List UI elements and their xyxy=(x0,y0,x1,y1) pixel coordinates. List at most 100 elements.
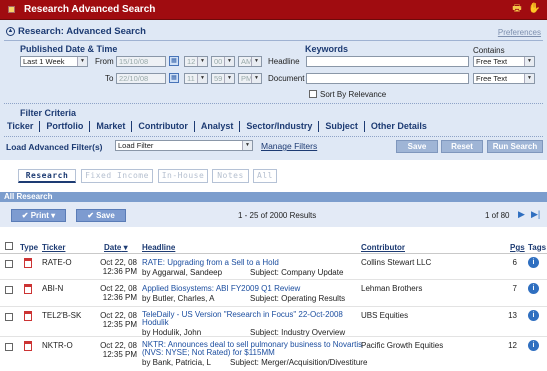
criteria-tab-contributor[interactable]: Contributor xyxy=(131,121,194,132)
page-count: 12 xyxy=(508,341,517,350)
divider xyxy=(4,40,543,41)
headline-label: Headline xyxy=(268,57,300,66)
headline-link[interactable]: TeleDaily - US Version "Research in Focu… xyxy=(142,310,343,319)
col-date[interactable]: Date ▾ xyxy=(104,243,128,252)
tab-in-house[interactable]: In-House xyxy=(158,169,208,183)
window-titlebar: Research Advanced Search 🖶 ✋ xyxy=(0,0,547,20)
load-filter-select[interactable]: Load Filter ▼ xyxy=(115,140,253,151)
calendar-icon[interactable]: ▦ xyxy=(169,56,179,66)
document-input[interactable] xyxy=(306,73,469,84)
sort-relevance-label: Sort By Relevance xyxy=(320,90,387,99)
chevron-down-icon: ▼ xyxy=(524,57,534,66)
author: by Hodulik, John xyxy=(142,328,202,337)
criteria-tab-analyst[interactable]: Analyst xyxy=(193,121,240,132)
ticker: TEL2'B-SK xyxy=(42,311,82,320)
save-results-button[interactable]: ✔ Save xyxy=(76,209,126,222)
tab-research[interactable]: Research xyxy=(18,169,76,183)
info-icon[interactable]: i xyxy=(528,257,539,268)
search-panel: ▲ Research: Advanced Search Preferences P… xyxy=(0,20,547,160)
info-icon[interactable]: i xyxy=(528,340,539,351)
next-page-icon[interactable]: ▶ xyxy=(518,209,525,220)
headline-link[interactable]: RATE: Upgrading from a Sell to a Hold xyxy=(142,258,279,267)
to-label: To xyxy=(105,74,114,83)
info-icon[interactable]: i xyxy=(528,310,539,321)
author: by Butler, Charles, A xyxy=(142,294,215,303)
help-icon[interactable]: ✋ xyxy=(528,3,540,15)
table-row[interactable]: NKTR-O Oct 22, 08 12:35 PM NKTR: Announc… xyxy=(0,337,547,371)
date-section-title: Published Date & Time xyxy=(20,44,118,54)
col-type: Type xyxy=(20,243,39,252)
page-title: ▲ Research: Advanced Search xyxy=(6,26,146,37)
criteria-tab-sector[interactable]: Sector/Industry xyxy=(239,121,318,132)
subject: Subject: Operating Results xyxy=(250,294,346,303)
chevron-down-icon: ▼ xyxy=(77,57,87,66)
print-button[interactable]: ✔ Print ▾ xyxy=(11,209,66,222)
page-count: 13 xyxy=(508,311,517,320)
col-ticker[interactable]: Ticker xyxy=(42,243,65,252)
author: by Bank, Patricia, L xyxy=(142,358,211,367)
pdf-icon[interactable] xyxy=(24,284,32,294)
from-hour-select[interactable]: 12 ▼ xyxy=(184,56,208,67)
to-minute-select[interactable]: 59 ▼ xyxy=(211,73,235,84)
contributor: Pacific Growth Equities xyxy=(361,341,444,350)
keywords-title: Keywords xyxy=(305,44,349,54)
collapse-icon[interactable]: ▲ xyxy=(6,26,15,36)
select-all-checkbox[interactable] xyxy=(5,242,13,250)
app-icon xyxy=(8,6,15,13)
from-date-field[interactable]: 15/10/08 xyxy=(116,56,166,67)
from-ampm-select[interactable]: AM ▼ xyxy=(238,56,262,67)
col-contributor[interactable]: Contributor xyxy=(361,243,405,252)
save-filter-button[interactable]: Save xyxy=(396,140,438,153)
headline-link-cont[interactable]: Hodulik xyxy=(142,318,169,327)
row-checkbox[interactable] xyxy=(5,313,13,321)
pdf-icon[interactable] xyxy=(24,341,32,351)
date-range-select[interactable]: Last 1 Week ▼ xyxy=(20,56,88,67)
tab-notes[interactable]: Notes xyxy=(212,169,249,183)
to-ampm-select[interactable]: PM ▼ xyxy=(238,73,262,84)
table-row[interactable]: TEL2'B-SK Oct 22, 08 12:35 PM TeleDaily … xyxy=(0,307,547,337)
subject: Subject: Merger/Acquisition/Divestiture xyxy=(230,358,368,367)
headline-contains-select[interactable]: Free Text ▼ xyxy=(473,56,535,67)
headline-input[interactable] xyxy=(306,56,469,67)
preferences-link[interactable]: Preferences xyxy=(498,28,541,37)
print-window-icon[interactable]: 🖶 xyxy=(511,3,523,15)
page-count: 7 xyxy=(512,284,517,293)
headline-link-cont[interactable]: (NVS: NYSE; Not Rated) for $115MM xyxy=(142,348,275,357)
criteria-tab-ticker[interactable]: Ticker xyxy=(4,121,39,132)
row-checkbox[interactable] xyxy=(5,286,13,294)
table-row[interactable]: RATE-O Oct 22, 08 12:36 PM RATE: Upgradi… xyxy=(0,254,547,280)
info-icon[interactable]: i xyxy=(528,283,539,294)
page-indicator: 1 of 80 xyxy=(485,211,510,220)
calendar-icon[interactable]: ▦ xyxy=(169,73,179,83)
ticker: RATE-O xyxy=(42,258,72,267)
page-count: 6 xyxy=(512,258,517,267)
dotted-divider xyxy=(4,136,543,137)
from-label: From xyxy=(95,57,114,66)
reset-button[interactable]: Reset xyxy=(441,140,483,153)
date: Oct 22, 08 xyxy=(100,341,137,350)
from-minute-select[interactable]: 00 ▼ xyxy=(211,56,235,67)
sort-relevance-checkbox[interactable] xyxy=(309,90,317,98)
pdf-icon[interactable] xyxy=(24,311,32,321)
date: Oct 22, 08 xyxy=(100,284,137,293)
row-checkbox[interactable] xyxy=(5,343,13,351)
to-date-field[interactable]: 22/10/08 xyxy=(116,73,166,84)
to-hour-select[interactable]: 11 ▼ xyxy=(184,73,208,84)
criteria-tab-other[interactable]: Other Details xyxy=(363,121,433,132)
run-search-button[interactable]: Run Search xyxy=(487,140,543,153)
col-pages[interactable]: Pgs xyxy=(510,243,525,252)
pdf-icon[interactable] xyxy=(24,258,32,268)
document-contains-select[interactable]: Free Text ▼ xyxy=(473,73,535,84)
col-headline[interactable]: Headline xyxy=(142,243,175,252)
manage-filters-link[interactable]: Manage Filters xyxy=(261,141,317,151)
criteria-tab-market[interactable]: Market xyxy=(89,121,131,132)
tab-all[interactable]: All xyxy=(253,169,277,183)
tab-fixed-income[interactable]: Fixed Income xyxy=(81,169,153,183)
headline-link[interactable]: Applied Biosystems: ABI FY2009 Q1 Review xyxy=(142,284,300,293)
last-page-icon[interactable]: ▶| xyxy=(531,209,540,220)
contains-label: Contains xyxy=(473,46,505,55)
table-row[interactable]: ABI-N Oct 22, 08 12:36 PM Applied Biosys… xyxy=(0,280,547,307)
row-checkbox[interactable] xyxy=(5,260,13,268)
criteria-tab-portfolio[interactable]: Portfolio xyxy=(39,121,89,132)
criteria-tab-subject[interactable]: Subject xyxy=(318,121,364,132)
